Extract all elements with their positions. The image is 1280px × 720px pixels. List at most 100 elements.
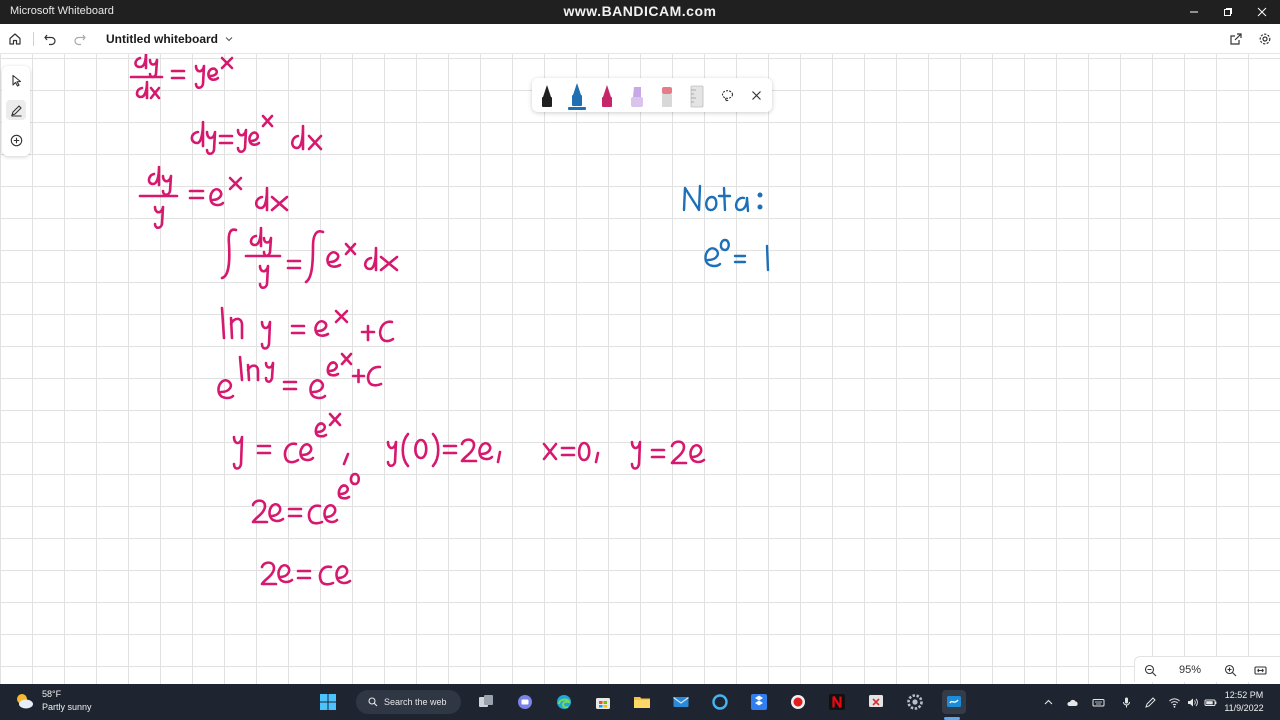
black-pen[interactable] [538,82,556,110]
minimize-button[interactable] [1177,0,1211,24]
snipping-icon [869,695,883,707]
share-button[interactable] [1226,29,1246,49]
weather-widget[interactable]: 58°F Partly sunny [14,688,92,714]
show-hidden-icons-button[interactable] [1040,694,1056,710]
chevron-up-icon [1044,699,1052,704]
taskbar: 58°F Partly sunny Search the web 12:52 P… [0,684,1280,720]
system-clock[interactable]: 12:52 PM 11/9/2022 [1222,689,1266,715]
clock-date: 11/9/2022 [1224,703,1264,713]
title-bar: Microsoft Whiteboard www.BANDICAM.com [0,0,1280,24]
gear-icon [907,694,923,710]
edge-icon [557,695,571,709]
keyboard-icon [1092,698,1104,706]
volume-tray[interactable] [1184,694,1200,710]
mail-app[interactable] [669,690,693,714]
cortana-app[interactable] [708,690,732,714]
edge-browser-app[interactable] [552,690,576,714]
whiteboard-canvas[interactable] [0,54,1280,684]
dropbox-icon [751,694,767,710]
chevron-down-icon [225,37,233,42]
record-icon [791,695,805,709]
chat-icon [518,695,532,709]
select-icon [11,74,21,87]
partly-sunny-icon [17,694,33,709]
keyboard-tray[interactable] [1090,694,1106,710]
settings-app[interactable] [903,690,927,714]
highlighter-pen[interactable] [628,82,646,110]
close-icon [1257,7,1267,17]
home-button[interactable] [5,29,25,49]
share-icon [1230,33,1242,45]
eraser-icon [662,87,672,107]
recording-watermark: www.BANDICAM.com [563,3,717,19]
close-window-button[interactable] [1245,0,1279,24]
dropbox-app[interactable] [747,690,771,714]
zoom-level[interactable]: 95% [1177,664,1203,676]
taskbar-search[interactable]: Search the web [356,690,461,714]
netflix-icon [829,694,845,710]
settings-button[interactable] [1255,29,1275,49]
task-view-button[interactable] [474,690,498,714]
maximize-button[interactable] [1211,0,1245,24]
recorder-app[interactable] [786,690,810,714]
netflix-app[interactable] [825,690,849,714]
black-pen-icon [542,85,552,107]
document-title-menu[interactable]: Untitled whiteboard [106,32,234,46]
undo-button[interactable] [40,29,60,49]
zoom-controls: 95% [1134,656,1280,682]
whiteboard-icon [947,696,961,707]
store-app[interactable] [591,690,615,714]
settings-icon [1259,33,1271,45]
store-icon [596,698,610,709]
eraser-tool[interactable] [658,82,676,110]
app-header: Untitled whiteboard [0,24,1280,54]
lasso-icon [721,89,733,101]
pen-icon [1144,696,1156,708]
search-icon [368,697,378,707]
divider [33,32,34,46]
file-explorer-app[interactable] [630,690,654,714]
snipping-tool-app[interactable] [864,690,888,714]
pen-tool-button[interactable] [6,100,26,120]
magenta-pen[interactable] [598,82,616,110]
zoom-in-icon [1224,664,1236,676]
zoom-out-button[interactable] [1141,661,1159,679]
weather-description: Partly sunny [42,702,92,712]
blue-pen[interactable] [568,82,586,110]
microphone-icon [1122,697,1130,707]
chat-app[interactable] [513,690,537,714]
pen-toolbar [532,78,772,112]
redo-icon [74,34,86,46]
start-button[interactable] [316,690,340,714]
zoom-in-button[interactable] [1221,661,1239,679]
handwritten-ink [129,54,770,586]
onedrive-tray[interactable] [1064,694,1080,710]
home-icon [9,33,21,45]
restore-icon [1224,8,1232,16]
ruler-tool[interactable] [688,82,706,110]
wifi-icon [1168,697,1180,708]
redo-button[interactable] [70,29,90,49]
magenta-ink-strokes [129,54,706,586]
undo-icon [44,34,56,46]
wifi-tray[interactable] [1166,694,1182,710]
blue-pen-icon [568,83,586,110]
close-pen-toolbar-button[interactable] [747,86,765,104]
fit-screen-icon [1253,665,1267,675]
pen-menu-tray[interactable] [1142,694,1158,710]
battery-tray[interactable] [1202,694,1218,710]
fit-to-screen-button[interactable] [1251,661,1269,679]
task-view-icon [479,695,493,707]
add-icon [10,134,22,146]
add-content-button[interactable] [6,130,26,150]
folder-icon [634,697,650,708]
microphone-tray[interactable] [1118,694,1134,710]
highlighter-icon [631,87,643,107]
weather-temperature: 58°F [42,689,62,699]
clock-time: 12:52 PM [1224,690,1264,700]
minimize-icon [1190,11,1198,13]
lasso-select-button[interactable] [718,86,736,104]
search-label: Search the web [384,697,447,707]
whiteboard-app[interactable] [942,690,966,714]
select-tool-button[interactable] [6,70,26,90]
